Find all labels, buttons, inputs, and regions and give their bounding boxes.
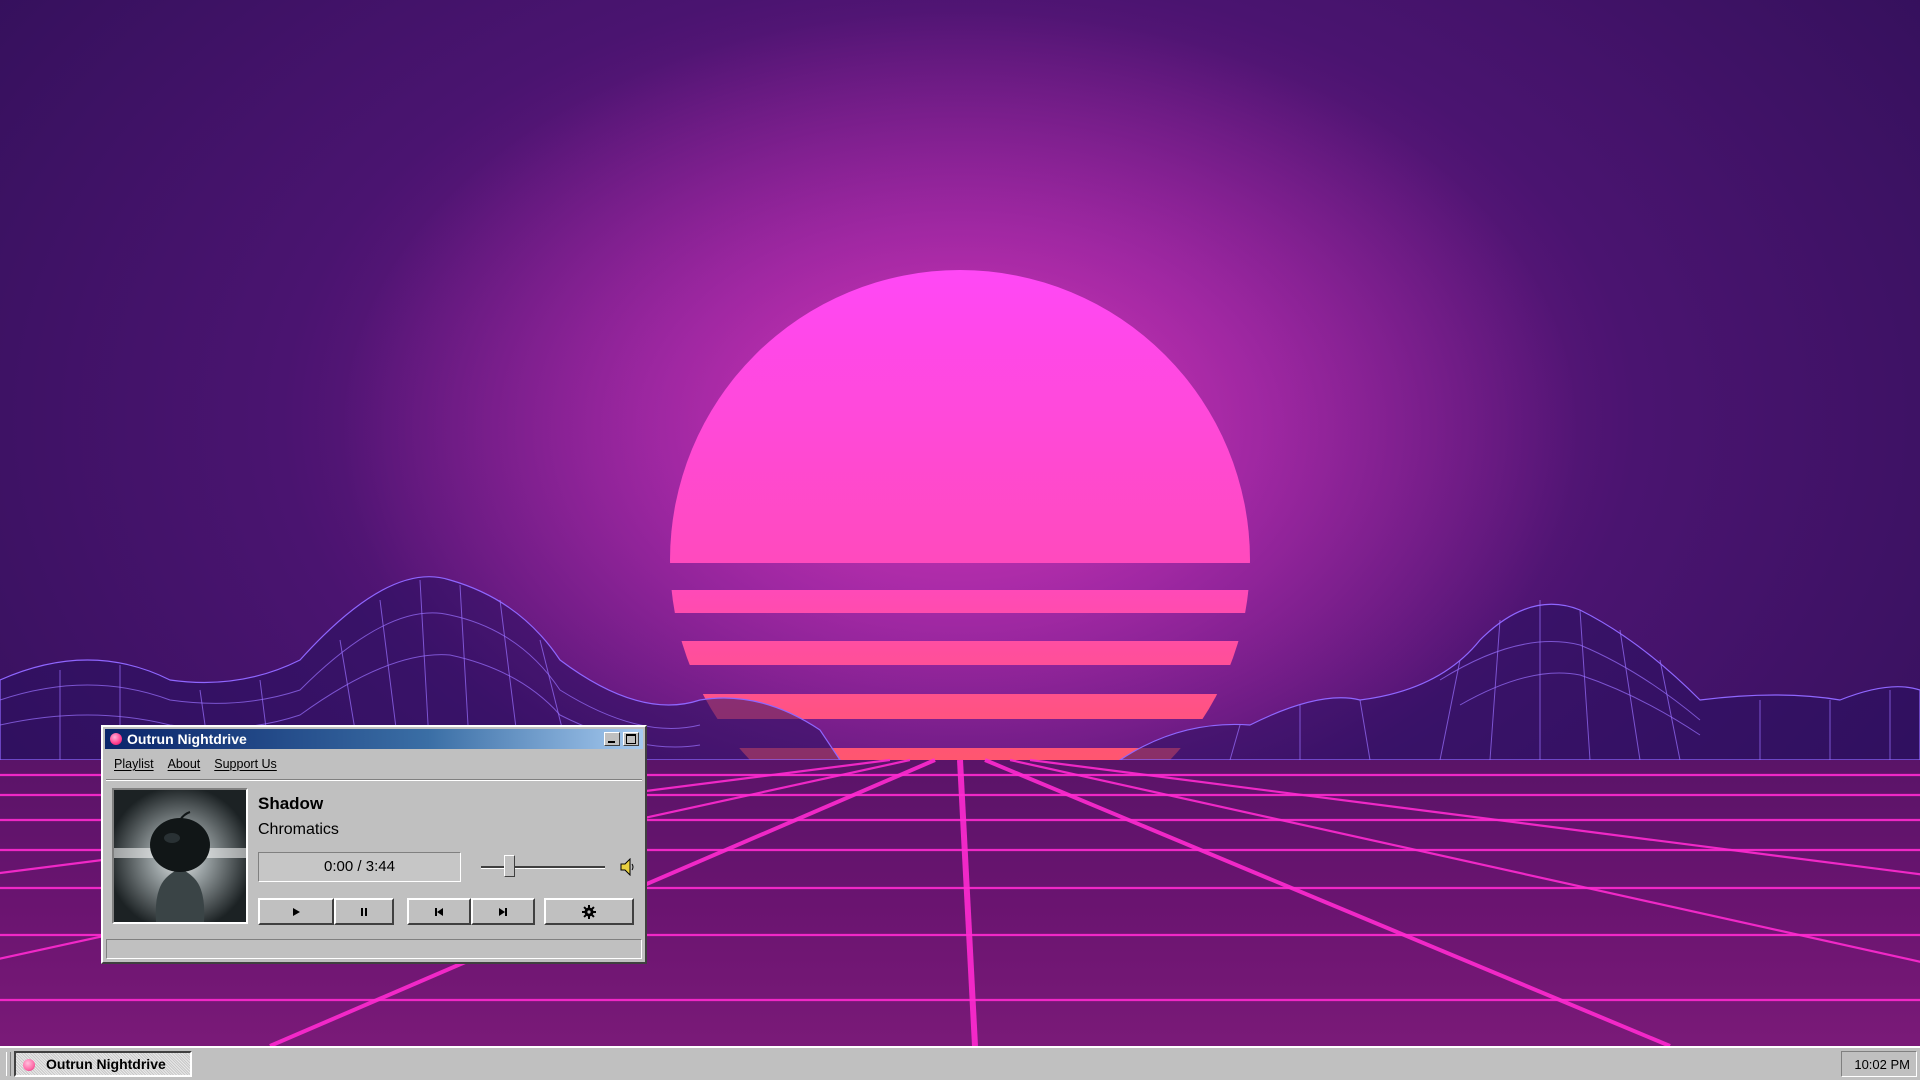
pause-button[interactable] (334, 898, 394, 925)
track-title: Shadow (258, 794, 324, 813)
player-window: Outrun Nightdrive Playlist About Support… (101, 725, 647, 964)
menu-bar: Playlist About Support Us (107, 757, 284, 775)
taskbar-app-button[interactable]: Outrun Nightdrive (14, 1051, 192, 1077)
pause-icon (361, 907, 367, 916)
desktop: Outrun Nightdrive Playlist About Support… (0, 0, 1920, 1046)
menu-separator (106, 779, 642, 781)
play-icon (293, 907, 300, 916)
window-title: Outrun Nightdrive (127, 731, 247, 747)
skip-forward-icon (499, 907, 507, 916)
minimize-button[interactable] (604, 732, 620, 746)
next-button[interactable] (471, 898, 535, 925)
gear-icon (582, 904, 596, 919)
menu-about[interactable]: About (168, 757, 201, 775)
menu-playlist[interactable]: Playlist (114, 757, 154, 775)
taskbar-handle (6, 1052, 11, 1076)
previous-button[interactable] (407, 898, 471, 925)
taskbar-app-label: Outrun Nightdrive (46, 1056, 166, 1072)
speaker-icon[interactable] (620, 858, 636, 876)
taskbar: Outrun Nightdrive 10:02 PM (0, 1046, 1920, 1080)
status-bar (106, 939, 642, 959)
time-display: 0:00 / 3:44 (258, 852, 461, 882)
track-artist: Chromatics (258, 821, 339, 838)
volume-slider-thumb[interactable] (503, 855, 515, 877)
app-icon (110, 733, 122, 745)
skip-back-icon (435, 907, 443, 916)
settings-button[interactable] (544, 898, 634, 925)
menu-support-us[interactable]: Support Us (214, 757, 277, 775)
maximize-button[interactable] (623, 732, 639, 746)
play-button[interactable] (258, 898, 334, 925)
title-bar[interactable]: Outrun Nightdrive (105, 729, 643, 749)
album-art (112, 788, 248, 924)
app-icon (23, 1059, 35, 1071)
clock: 10:02 PM (1854, 1057, 1910, 1072)
volume-slider[interactable] (481, 866, 605, 869)
system-tray: 10:02 PM (1841, 1051, 1917, 1077)
